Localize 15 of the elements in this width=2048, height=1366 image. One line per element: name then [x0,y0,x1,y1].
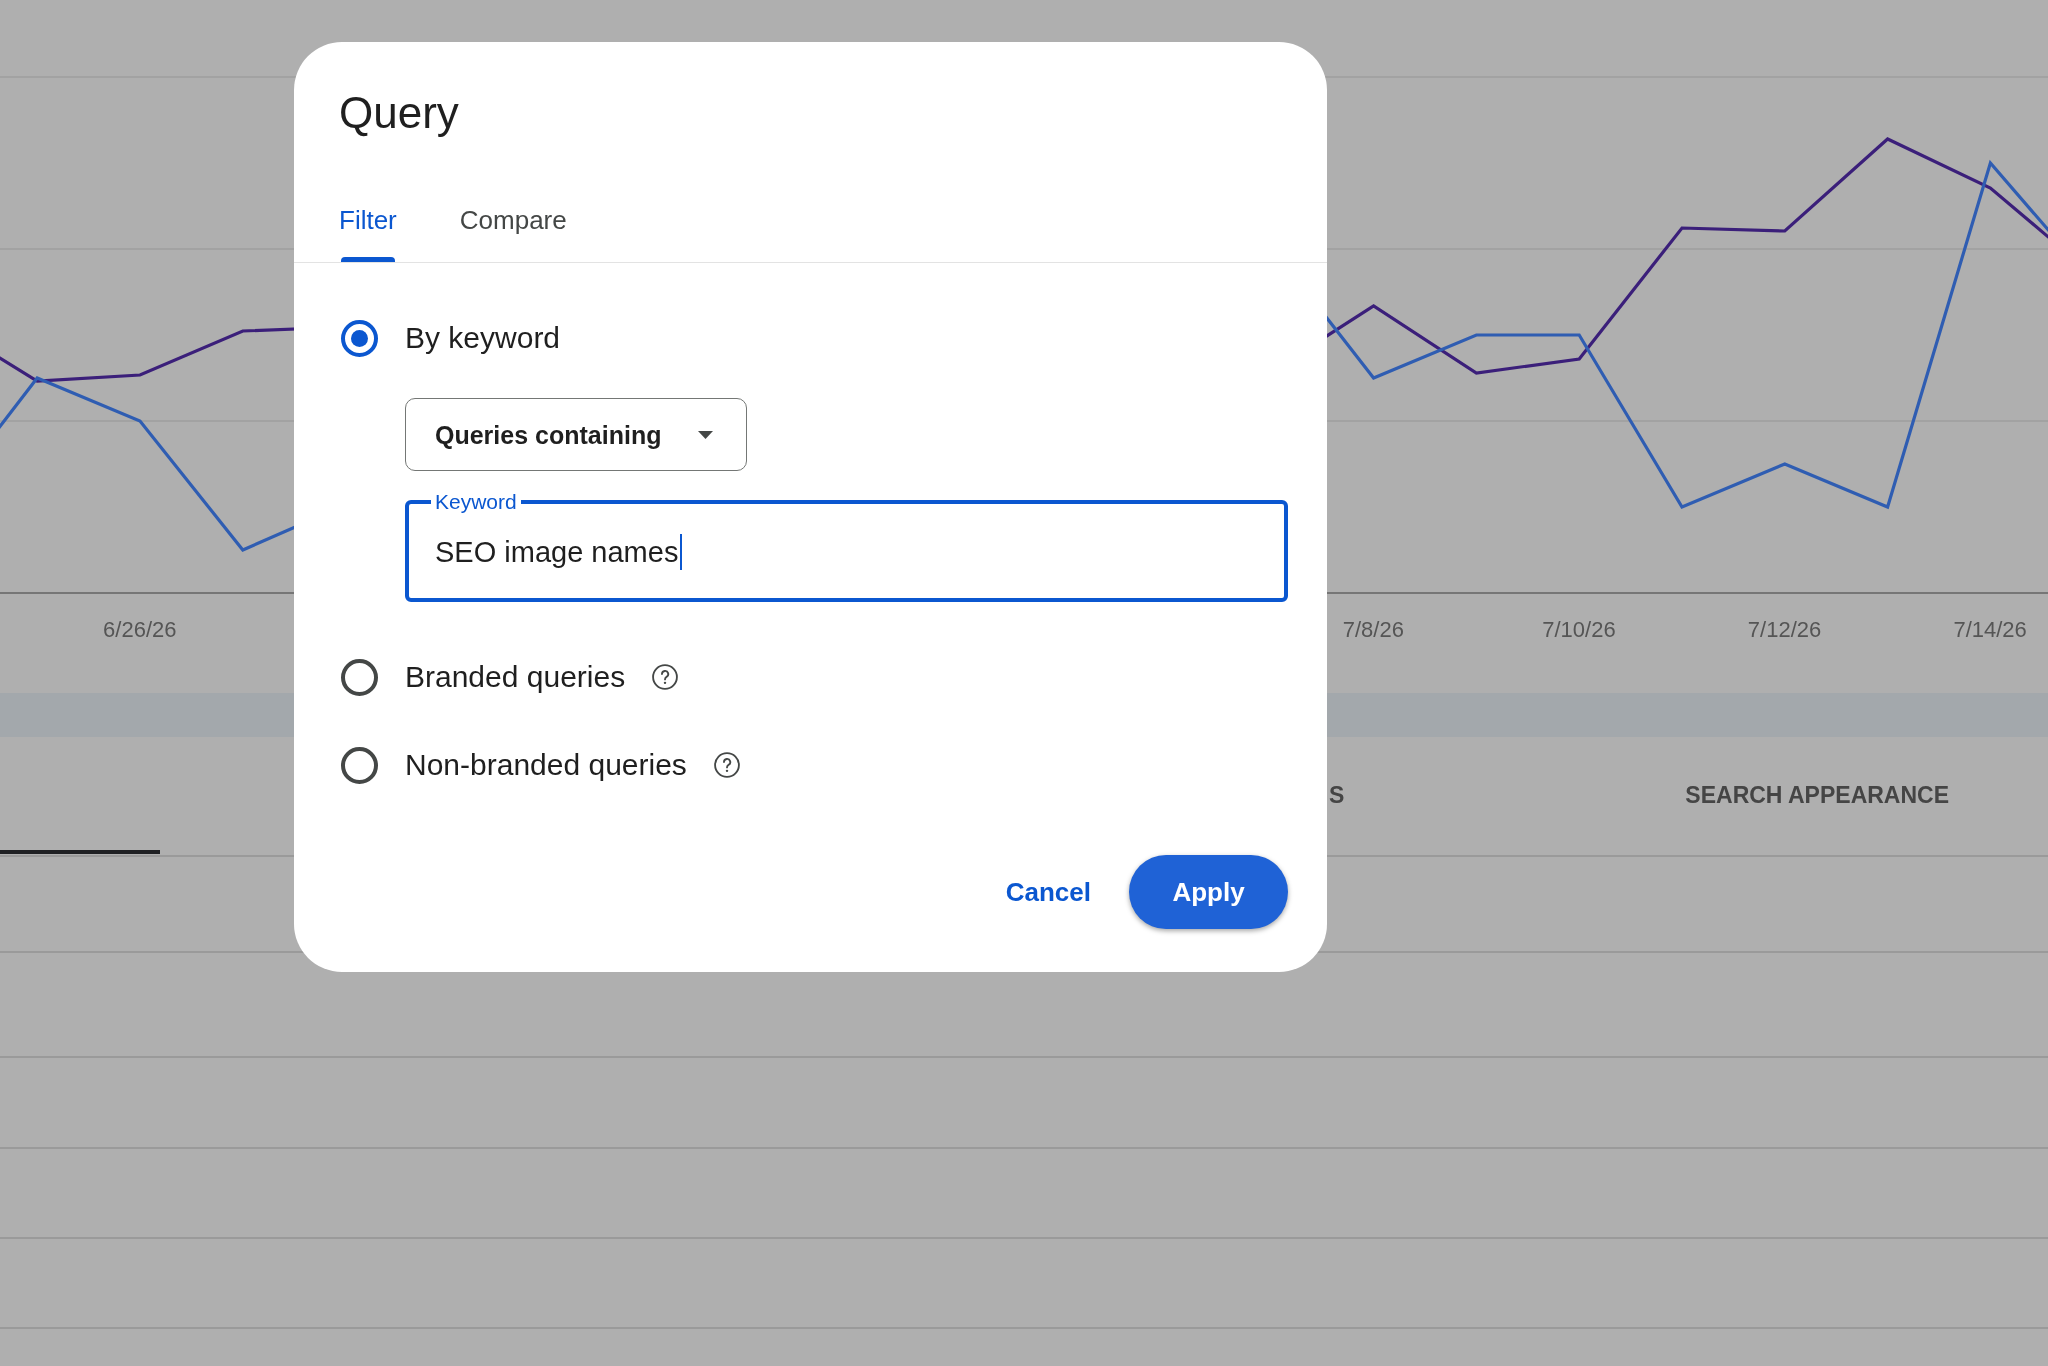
axis-label: 7/8/26 [1342,616,1404,644]
axis-label: 7/10/26 [1542,616,1616,644]
help-icon[interactable] [652,664,679,690]
option-label: Branded queries [405,659,626,695]
radio-button[interactable] [341,746,378,784]
cancel-button[interactable]: Cancel [989,855,1107,929]
report-tab[interactable]: S [1329,781,1345,809]
radio-button[interactable] [341,658,378,696]
axis-label: 7/14/26 [1953,616,2027,644]
axis-label: 6/26/26 [103,616,177,644]
axis-label: 7/12/26 [1747,616,1822,644]
apply-button[interactable]: Apply [1129,855,1288,929]
help-icon[interactable] [713,752,740,778]
option-label: Non-branded queries [405,747,687,783]
report-tab[interactable]: SEARCH APPEARANCE [1685,781,1950,809]
